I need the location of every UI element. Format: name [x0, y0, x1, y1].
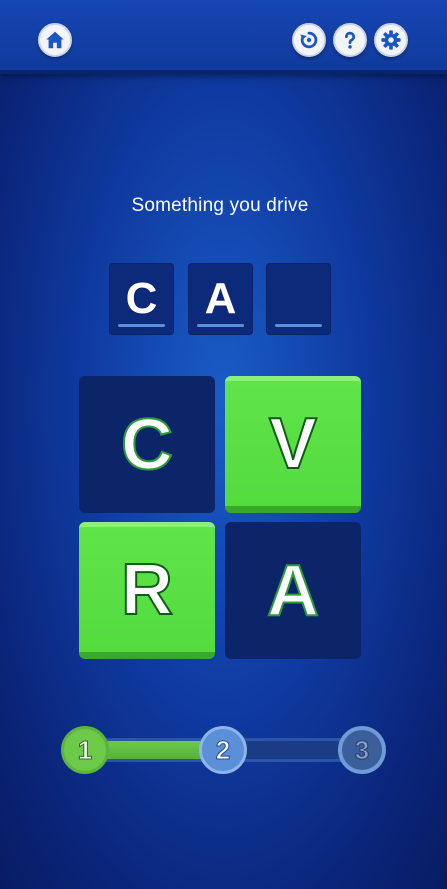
gear-icon — [381, 30, 401, 50]
slot-underline — [275, 324, 322, 327]
letter-tile[interactable]: C — [79, 376, 215, 513]
slot-underline — [197, 324, 244, 327]
home-icon — [46, 31, 64, 49]
level-node: 1 — [61, 726, 109, 774]
level-node: 3 — [338, 726, 386, 774]
slot-underline — [118, 324, 165, 327]
clue-text: Something you drive — [131, 195, 309, 216]
letter-tile[interactable]: R — [79, 522, 215, 659]
restart-icon — [300, 31, 318, 49]
help-button[interactable] — [333, 23, 367, 57]
help-icon — [344, 31, 356, 49]
home-button[interactable] — [38, 23, 72, 57]
settings-button[interactable] — [374, 23, 408, 57]
answer-slot[interactable]: A — [188, 263, 253, 335]
letter-tile[interactable]: A — [225, 522, 361, 659]
restart-button[interactable] — [292, 23, 326, 57]
level-node: 2 — [199, 726, 247, 774]
letter-tile[interactable]: V — [225, 376, 361, 513]
answer-slot[interactable] — [266, 263, 331, 335]
top-bar — [0, 0, 447, 74]
answer-slot[interactable]: C — [109, 263, 174, 335]
